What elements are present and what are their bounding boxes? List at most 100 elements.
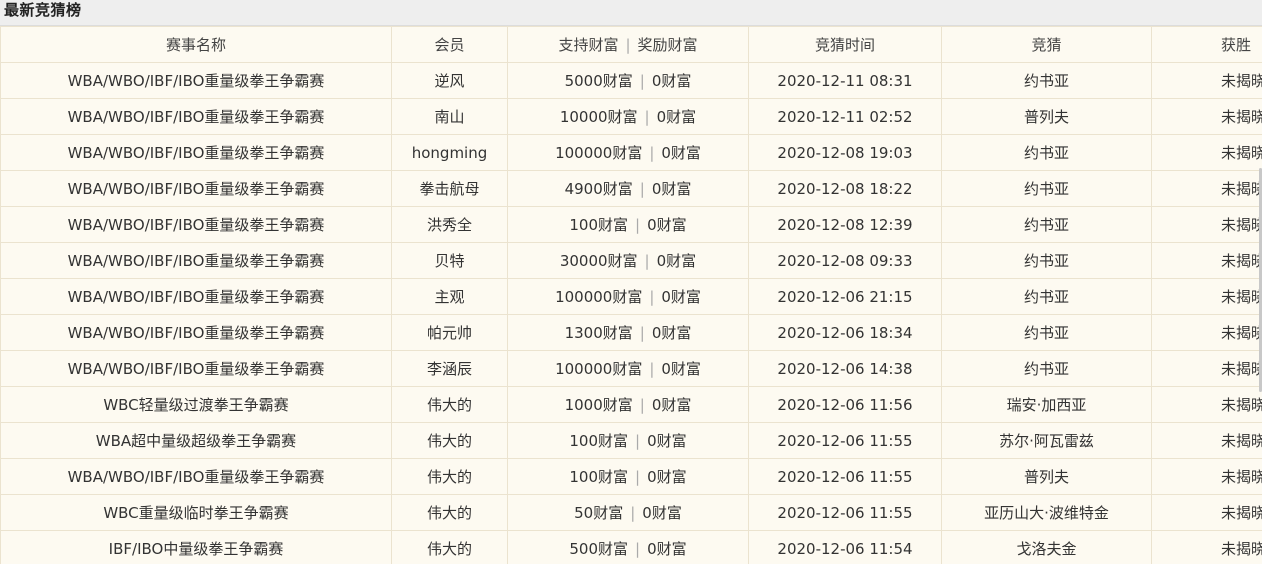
cell-event: WBA/WBO/IBF/IBO重量级拳王争霸赛: [0, 278, 392, 315]
cell-wealth: 30000财富 | 0财富: [507, 242, 749, 279]
cell-winner: 未揭晓: [1151, 134, 1262, 171]
cell-wealth: 1000财富 | 0财富: [507, 386, 749, 423]
section-title: 最新竞猜榜: [4, 1, 82, 19]
cell-reward: 0财富: [642, 504, 682, 522]
cell-time: 2020-12-06 14:38: [748, 350, 942, 387]
separator: |: [644, 108, 650, 126]
table-row: IBF/IBO中量级拳王争霸赛 伟大的 500财富 | 0财富 2020-12-06 11…: [0, 530, 1262, 564]
cell-event: WBA超中量级超级拳王争霸赛: [0, 422, 392, 459]
table-row: WBA超中量级超级拳王争霸赛 伟大的 100财富 | 0财富 2020-12-06 11:…: [0, 422, 1262, 459]
column-header-winner: 获胜: [1151, 26, 1262, 63]
separator: |: [639, 396, 645, 414]
cell-winner: 未揭晓: [1151, 170, 1262, 207]
cell-reward: 0财富: [661, 360, 701, 378]
column-header-event: 赛事名称: [0, 26, 392, 63]
separator: |: [635, 540, 641, 558]
cell-reward: 0财富: [651, 396, 692, 414]
cell-wealth: 4900财富 | 0财富: [507, 170, 749, 207]
cell-support: 100000财富: [555, 288, 643, 306]
cell-wealth: 100000财富 | 0财富: [507, 278, 749, 315]
cell-support: 1000财富: [564, 396, 633, 414]
section-header: 最新竞猜榜: [0, 0, 1262, 26]
cell-member: 帕元帅: [391, 314, 508, 351]
separator: |: [639, 72, 645, 90]
cell-event: WBA/WBO/IBF/IBO重量级拳王争霸赛: [0, 242, 392, 279]
cell-event: WBA/WBO/IBF/IBO重量级拳王争霸赛: [0, 134, 392, 171]
table-row: WBA/WBO/IBF/IBO重量级拳王争霸赛 伟大的 100财富 | 0财富 2020-…: [0, 458, 1262, 495]
cell-time: 2020-12-11 08:31: [748, 62, 942, 99]
cell-guess: 普列夫: [941, 98, 1152, 135]
cell-member: 贝特: [391, 242, 508, 279]
cell-reward: 0财富: [647, 432, 687, 450]
cell-event: WBC轻量级过渡拳王争霸赛: [0, 386, 392, 423]
cell-reward: 0财富: [656, 252, 697, 270]
cell-member: hongming: [391, 134, 508, 171]
guess-table-container[interactable]: 赛事名称 会员 支持财富 | 奖励财富 竞猜时间 竞猜 获胜 WBA/WBO/IBF…: [0, 26, 1262, 564]
cell-winner: 未揭晓: [1151, 530, 1262, 564]
table-row: WBA/WBO/IBF/IBO重量级拳王争霸赛 主观 100000财富 | 0财富 202…: [0, 278, 1262, 315]
cell-winner: 未揭晓: [1151, 278, 1262, 315]
separator: |: [649, 288, 655, 306]
cell-time: 2020-12-06 11:54: [748, 530, 942, 564]
cell-time: 2020-12-06 11:55: [748, 422, 942, 459]
table-row: WBA/WBO/IBF/IBO重量级拳王争霸赛 李涵辰 100000财富 | 0财富 20…: [0, 350, 1262, 387]
cell-member: 南山: [391, 98, 508, 135]
cell-event: WBA/WBO/IBF/IBO重量级拳王争霸赛: [0, 458, 392, 495]
cell-wealth: 10000财富 | 0财富: [507, 98, 749, 135]
table-header-row: 赛事名称 会员 支持财富 | 奖励财富 竞猜时间 竞猜 获胜: [0, 26, 1262, 63]
cell-winner: 未揭晓: [1151, 458, 1262, 495]
cell-guess: 约书亚: [941, 62, 1152, 99]
cell-time: 2020-12-11 02:52: [748, 98, 942, 135]
cell-event: WBA/WBO/IBF/IBO重量级拳王争霸赛: [0, 206, 392, 243]
cell-guess: 约书亚: [941, 206, 1152, 243]
table-row: WBC轻量级过渡拳王争霸赛 伟大的 1000财富 | 0财富 2020-12-06 11:…: [0, 386, 1262, 423]
cell-support: 1300财富: [564, 324, 633, 342]
cell-event: WBA/WBO/IBF/IBO重量级拳王争霸赛: [0, 314, 392, 351]
column-header-reward: 奖励财富: [637, 36, 698, 54]
cell-event: WBA/WBO/IBF/IBO重量级拳王争霸赛: [0, 350, 392, 387]
cell-reward: 0财富: [647, 216, 687, 234]
cell-member: 逆风: [391, 62, 508, 99]
cell-member: 伟大的: [391, 530, 508, 564]
separator: |: [644, 252, 650, 270]
cell-member: 主观: [391, 278, 508, 315]
cell-wealth: 100财富 | 0财富: [507, 458, 749, 495]
cell-member: 伟大的: [391, 494, 508, 531]
cell-guess: 约书亚: [941, 278, 1152, 315]
cell-member: 李涵辰: [391, 350, 508, 387]
cell-winner: 未揭晓: [1151, 98, 1262, 135]
separator: |: [635, 468, 641, 486]
cell-support: 5000财富: [564, 72, 633, 90]
table-row: WBA/WBO/IBF/IBO重量级拳王争霸赛 拳击航母 4900财富 | 0财富 202…: [0, 170, 1262, 207]
cell-support: 30000财富: [559, 252, 638, 270]
cell-member: 伟大的: [391, 422, 508, 459]
cell-guess: 约书亚: [941, 314, 1152, 351]
separator: |: [639, 324, 645, 342]
separator: |: [635, 432, 641, 450]
cell-support: 100财富: [569, 432, 629, 450]
table-row: WBA/WBO/IBF/IBO重量级拳王争霸赛 洪秀全 100财富 | 0财富 2020-…: [0, 206, 1262, 243]
table-row: WBA/WBO/IBF/IBO重量级拳王争霸赛 南山 10000财富 | 0财富 2020…: [0, 98, 1262, 135]
column-header-time: 竞猜时间: [748, 26, 942, 63]
cell-support: 50财富: [574, 504, 624, 522]
table-row: WBA/WBO/IBF/IBO重量级拳王争霸赛 逆风 5000财富 | 0财富 2020-…: [0, 62, 1262, 99]
cell-wealth: 100000财富 | 0财富: [507, 134, 749, 171]
separator: |: [649, 360, 655, 378]
cell-wealth: 100000财富 | 0财富: [507, 350, 749, 387]
cell-winner: 未揭晓: [1151, 422, 1262, 459]
cell-time: 2020-12-08 18:22: [748, 170, 942, 207]
cell-time: 2020-12-08 12:39: [748, 206, 942, 243]
table-row: WBC重量级临时拳王争霸赛 伟大的 50财富 | 0财富 2020-12-06 11:55…: [0, 494, 1262, 531]
cell-reward: 0财富: [661, 288, 701, 306]
cell-time: 2020-12-06 11:55: [748, 458, 942, 495]
cell-wealth: 1300财富 | 0财富: [507, 314, 749, 351]
cell-support: 500财富: [569, 540, 629, 558]
cell-winner: 未揭晓: [1151, 206, 1262, 243]
cell-reward: 0财富: [647, 468, 687, 486]
cell-reward: 0财富: [651, 72, 692, 90]
guess-table: 赛事名称 会员 支持财富 | 奖励财富 竞猜时间 竞猜 获胜 WBA/WBO/IBF…: [0, 26, 1262, 564]
cell-support: 100000财富: [555, 360, 643, 378]
separator: |: [639, 180, 645, 198]
cell-guess: 戈洛夫金: [941, 530, 1152, 564]
cell-wealth: 5000财富 | 0财富: [507, 62, 749, 99]
